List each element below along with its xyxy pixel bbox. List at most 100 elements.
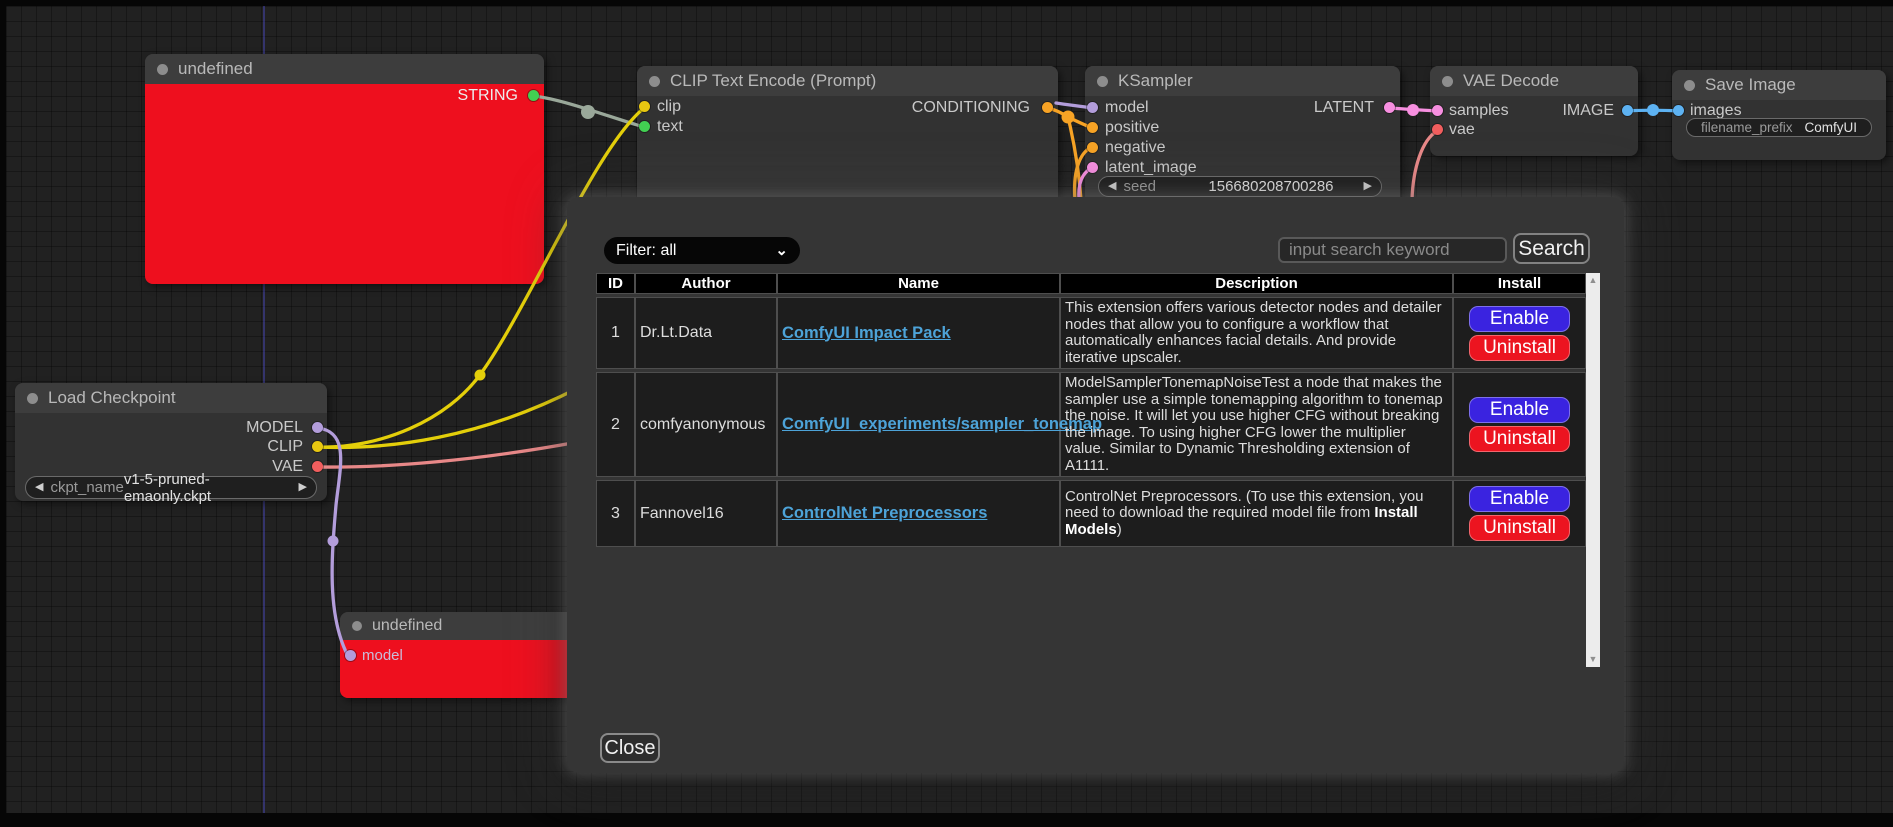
output-label-clip: CLIP (267, 438, 303, 456)
column-header-id: ID (596, 273, 635, 294)
node-undefined-top[interactable]: undefined STRING (145, 54, 544, 284)
filename-prefix-value: ComfyUI (1804, 120, 1857, 135)
input-label-clip: clip (657, 98, 681, 116)
extension-link[interactable]: ControlNet Preprocessors (782, 504, 987, 522)
ckpt-widget-value: v1-5-pruned-emaonly.ckpt (124, 471, 279, 505)
extension-link[interactable]: ComfyUI_experiments/sampler_tonemap (782, 415, 1102, 433)
cell-author: Fannovel16 (635, 480, 777, 547)
node-title-bar[interactable]: undefined (145, 54, 544, 84)
input-label-samples: samples (1449, 102, 1509, 120)
node-undefined-bottom[interactable]: undefined model (340, 612, 590, 698)
table-scrollbar[interactable]: ▲ ▼ (1586, 273, 1600, 667)
filter-selected-value: Filter: all (616, 242, 676, 260)
node-title-bar[interactable]: KSampler (1085, 66, 1400, 96)
output-label-latent: LATENT (1314, 99, 1374, 117)
output-port-clip[interactable] (312, 441, 323, 452)
chevron-down-icon: ⌄ (775, 243, 788, 258)
enable-button[interactable]: Enable (1469, 486, 1570, 512)
node-title-label: CLIP Text Encode (Prompt) (670, 71, 876, 91)
node-body (145, 84, 544, 284)
extension-manager-dialog: Filter: all ⌄ Search ID Author Name Desc… (567, 197, 1624, 773)
input-port-text[interactable] (639, 121, 650, 132)
uninstall-button[interactable]: Uninstall (1469, 515, 1570, 541)
input-port-model[interactable] (1087, 102, 1098, 113)
next-arrow-icon[interactable]: ▶ (299, 482, 307, 493)
node-title-label: undefined (178, 59, 253, 79)
uninstall-button[interactable]: Uninstall (1469, 335, 1570, 361)
node-title-label: KSampler (1118, 71, 1193, 91)
output-port-image[interactable] (1622, 105, 1633, 116)
input-port-model[interactable] (345, 650, 356, 661)
node-title-label: Save Image (1705, 75, 1796, 95)
output-port-model[interactable] (312, 422, 323, 433)
enable-button[interactable]: Enable (1469, 306, 1570, 332)
node-title-bar[interactable]: CLIP Text Encode (Prompt) (637, 66, 1058, 96)
filename-prefix-name: filename_prefix (1701, 120, 1793, 135)
decrement-arrow-icon[interactable]: ◀ (1108, 181, 1116, 192)
cell-description: This extension offers various detector n… (1060, 297, 1453, 369)
output-port-latent[interactable] (1384, 102, 1395, 113)
cell-author: comfyanonymous (635, 372, 777, 477)
ckpt-widget-name: ckpt_name (50, 479, 123, 496)
table-row: 2 comfyanonymous ComfyUI_experiments/sam… (596, 372, 1586, 477)
cell-id: 3 (596, 480, 635, 547)
table-row: 3 Fannovel16 ControlNet Preprocessors Co… (596, 480, 1586, 547)
node-status-dot-icon (649, 76, 660, 87)
node-title-label: VAE Decode (1463, 71, 1559, 91)
node-title-label: undefined (372, 617, 442, 635)
seed-widget[interactable]: ◀ seed 156680208700286 ▶ (1098, 176, 1382, 197)
node-title-bar[interactable]: VAE Decode (1430, 66, 1638, 96)
extension-table-container: ID Author Name Description Install 1 Dr.… (596, 270, 1600, 667)
node-title-label: Load Checkpoint (48, 388, 176, 408)
node-status-dot-icon (27, 393, 38, 404)
input-port-positive[interactable] (1087, 122, 1098, 133)
close-button[interactable]: Close (600, 733, 660, 763)
input-port-vae[interactable] (1432, 124, 1443, 135)
uninstall-button[interactable]: Uninstall (1469, 426, 1570, 452)
input-port-latent-image[interactable] (1087, 162, 1098, 173)
output-port-conditioning[interactable] (1042, 102, 1053, 113)
cell-id: 1 (596, 297, 635, 369)
extension-link[interactable]: ComfyUI Impact Pack (782, 324, 951, 342)
node-title-bar[interactable]: Load Checkpoint (15, 383, 327, 413)
column-header-description: Description (1060, 273, 1453, 294)
input-port-images[interactable] (1673, 105, 1684, 116)
input-label-model: model (1105, 99, 1149, 117)
node-ksampler[interactable]: KSampler model positive negative latent_… (1085, 66, 1400, 211)
previous-arrow-icon[interactable]: ◀ (35, 482, 43, 493)
seed-widget-value: 156680208700286 (1208, 178, 1333, 195)
search-input[interactable] (1278, 237, 1507, 263)
enable-button[interactable]: Enable (1469, 397, 1570, 423)
filter-select[interactable]: Filter: all ⌄ (604, 237, 800, 264)
extension-table: ID Author Name Description Install 1 Dr.… (596, 270, 1586, 550)
scroll-down-icon[interactable]: ▼ (1589, 652, 1598, 667)
node-load-checkpoint[interactable]: Load Checkpoint MODEL CLIP VAE ◀ ckpt_na… (15, 383, 327, 501)
input-label-model: model (362, 647, 403, 664)
input-port-negative[interactable] (1087, 142, 1098, 153)
node-title-bar[interactable]: undefined (340, 612, 590, 640)
cell-description: ControlNet Preprocessors. (To use this e… (1060, 480, 1453, 547)
cell-description: ModelSamplerTonemapNoiseTest a node that… (1060, 372, 1453, 477)
output-label-conditioning: CONDITIONING (912, 99, 1030, 117)
output-port-vae[interactable] (312, 461, 323, 472)
cell-author: Dr.Lt.Data (635, 297, 777, 369)
cell-id: 2 (596, 372, 635, 477)
output-label-image: IMAGE (1562, 102, 1614, 120)
input-port-clip[interactable] (639, 101, 650, 112)
filename-prefix-widget[interactable]: filename_prefix ComfyUI (1686, 118, 1872, 137)
output-port-string[interactable] (528, 90, 539, 101)
column-header-name: Name (777, 273, 1060, 294)
ckpt-name-widget[interactable]: ◀ ckpt_name v1-5-pruned-emaonly.ckpt ▶ (25, 476, 317, 499)
output-label: STRING (458, 87, 518, 105)
node-vae-decode[interactable]: VAE Decode samples vae IMAGE (1430, 66, 1638, 156)
node-title-bar[interactable]: Save Image (1672, 70, 1886, 100)
node-status-dot-icon (157, 64, 168, 75)
increment-arrow-icon[interactable]: ▶ (1364, 181, 1372, 192)
node-save-image[interactable]: Save Image images filename_prefix ComfyU… (1672, 70, 1886, 160)
input-port-samples[interactable] (1432, 105, 1443, 116)
node-status-dot-icon (1442, 76, 1453, 87)
input-label-text: text (657, 118, 683, 136)
scroll-up-icon[interactable]: ▲ (1589, 273, 1598, 288)
search-button[interactable]: Search (1513, 233, 1590, 264)
node-clip-text-encode[interactable]: CLIP Text Encode (Prompt) clip text COND… (637, 66, 1058, 216)
